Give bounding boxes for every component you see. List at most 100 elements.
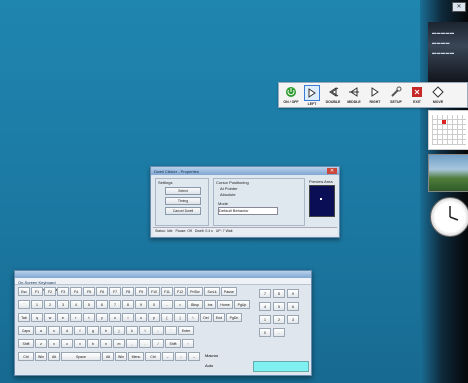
keyboard-key[interactable]: 9 xyxy=(135,300,147,309)
keyboard-key[interactable]: s xyxy=(48,326,60,335)
toolbar-middle-button[interactable]: MIDDLE xyxy=(344,84,364,108)
keyboard-key[interactable]: Ins xyxy=(204,300,216,309)
keyboard-key[interactable]: 5 xyxy=(83,300,95,309)
keyboard-key[interactable]: z xyxy=(35,339,47,348)
timing-button[interactable]: Timing xyxy=(165,197,201,205)
keyboard-key[interactable]: 4 xyxy=(70,300,82,309)
keyboard-key[interactable]: F9 xyxy=(135,287,147,296)
keyboard-key[interactable]: PgUp xyxy=(234,300,250,309)
toolbar-exit-button[interactable]: EXIT xyxy=(407,84,427,108)
keyboard-key[interactable]: h xyxy=(100,326,112,335)
keyboard-key[interactable]: Pause xyxy=(221,287,237,296)
keyboard-key[interactable]: 8 xyxy=(122,300,134,309)
numpad-key[interactable]: 4 xyxy=(259,302,271,311)
keyboard-key[interactable]: F1 xyxy=(31,287,43,296)
keyboard-key[interactable]: w xyxy=(44,313,56,322)
keyboard-key[interactable]: p xyxy=(148,313,160,322)
dialog-titlebar[interactable]: Dwell Clicker - Properties xyxy=(151,167,339,175)
keyboard-key[interactable]: Caps xyxy=(18,326,34,335)
keyboard-key[interactable]: F12 xyxy=(174,287,186,296)
numpad-key[interactable]: 9 xyxy=(287,289,299,298)
keyboard-key[interactable]: g xyxy=(87,326,99,335)
numpad-key[interactable]: . xyxy=(273,328,285,337)
keyboard-key[interactable]: v xyxy=(74,339,86,348)
numpad-key[interactable]: 7 xyxy=(259,289,271,298)
keyboard-key[interactable]: x xyxy=(48,339,60,348)
toolbar-right-button[interactable]: RIGHT xyxy=(365,84,385,108)
keyboard-key[interactable]: Win xyxy=(115,352,127,361)
keyboard-key[interactable]: t xyxy=(83,313,95,322)
keyboard-key[interactable]: = xyxy=(174,300,186,309)
numpad-key[interactable]: 0 xyxy=(259,328,271,337)
keyboard-key[interactable]: ↓ xyxy=(175,352,187,361)
keyboard-key[interactable]: Esc xyxy=(18,287,30,296)
keyboard-key[interactable]: a xyxy=(35,326,47,335)
calendar-gadget[interactable] xyxy=(428,110,468,150)
keyboard-key[interactable]: F8 xyxy=(122,287,134,296)
keyboard-key[interactable]: d xyxy=(61,326,73,335)
cancel-dwell-button[interactable]: Cancel Dwell xyxy=(165,207,201,215)
keyboard-key[interactable]: ' xyxy=(165,326,177,335)
numpad-key[interactable]: 6 xyxy=(287,302,299,311)
keyboard-key[interactable]: . xyxy=(139,339,151,348)
keyboard-key[interactable]: q xyxy=(31,313,43,322)
close-icon[interactable]: ✕ xyxy=(327,168,337,174)
keyboard-key[interactable]: i xyxy=(122,313,134,322)
toolbar-on-off-button[interactable]: ON / OFF xyxy=(281,84,301,108)
option-absolute[interactable]: Absolute xyxy=(220,192,236,197)
keyboard-key[interactable]: Del xyxy=(200,313,212,322)
keyboard-key[interactable]: / xyxy=(152,339,164,348)
toolbar-setup-button[interactable]: SETUP xyxy=(386,84,406,108)
keyboard-key[interactable]: Home xyxy=(217,300,233,309)
keyboard-key[interactable]: → xyxy=(188,352,200,361)
keyboard-key[interactable]: Alt xyxy=(102,352,114,361)
keyboard-key[interactable]: Shift xyxy=(165,339,181,348)
keyboard-key[interactable]: End xyxy=(213,313,225,322)
keyboard-key[interactable]: ← xyxy=(162,352,174,361)
keyboard-key[interactable]: F11 xyxy=(161,287,173,296)
mini-close-icon[interactable]: ✕ xyxy=(452,2,466,12)
keyboard-key[interactable]: ↑ xyxy=(182,339,194,348)
keyboard-key[interactable]: y xyxy=(96,313,108,322)
toolbar-left-button[interactable]: LEFT xyxy=(302,84,322,108)
keyboard-key[interactable]: Bksp xyxy=(187,300,203,309)
toolbar-double-button[interactable]: DOUBLE xyxy=(323,84,343,108)
keyboard-key[interactable]: 1 xyxy=(31,300,43,309)
keyboard-titlebar[interactable]: On-Screen Keyboard xyxy=(15,271,311,285)
keyboard-key[interactable]: ScrLk xyxy=(204,287,220,296)
keyboard-key[interactable]: m xyxy=(113,339,125,348)
keyboard-key[interactable]: ; xyxy=(152,326,164,335)
clock-gadget[interactable] xyxy=(430,197,468,237)
keyboard-key[interactable]: e xyxy=(57,313,69,322)
keyboard-key[interactable]: F4 xyxy=(70,287,82,296)
macros-label[interactable]: Macros xyxy=(205,353,218,358)
keyboard-key[interactable]: j xyxy=(113,326,125,335)
keyboard-key[interactable]: F10 xyxy=(148,287,160,296)
keyboard-key[interactable]: 7 xyxy=(109,300,121,309)
keyboard-key[interactable]: 3 xyxy=(57,300,69,309)
keyboard-key[interactable]: o xyxy=(135,313,147,322)
numpad-key[interactable]: 1 xyxy=(259,315,271,324)
keyboard-key[interactable]: n xyxy=(100,339,112,348)
keyboard-key[interactable]: Menu xyxy=(128,352,144,361)
keyboard-key[interactable]: ` xyxy=(18,300,30,309)
keyboard-key[interactable]: F6 xyxy=(96,287,108,296)
keyboard-key[interactable]: 0 xyxy=(148,300,160,309)
keyboard-key[interactable]: F7 xyxy=(109,287,121,296)
keyboard-key[interactable]: f xyxy=(74,326,86,335)
keyboard-key[interactable]: Enter xyxy=(178,326,194,335)
keyboard-key[interactable]: Space xyxy=(61,352,101,361)
numpad-key[interactable]: 3 xyxy=(287,315,299,324)
keyboard-key[interactable]: Alt xyxy=(48,352,60,361)
keyboard-key[interactable]: k xyxy=(126,326,138,335)
keyboard-key[interactable]: c xyxy=(61,339,73,348)
keyboard-key[interactable]: Ctrl xyxy=(145,352,161,361)
auto-label[interactable]: Auto xyxy=(205,363,213,368)
keyboard-key[interactable]: Win xyxy=(35,352,47,361)
keyboard-key[interactable]: 6 xyxy=(96,300,108,309)
select-button[interactable]: Select xyxy=(165,187,201,195)
keyboard-key[interactable]: F3 xyxy=(57,287,69,296)
option-at-pointer[interactable]: At Pointer xyxy=(220,186,238,191)
toolbar-move-button[interactable]: MOVE xyxy=(428,84,448,108)
numpad-key[interactable]: 5 xyxy=(273,302,285,311)
